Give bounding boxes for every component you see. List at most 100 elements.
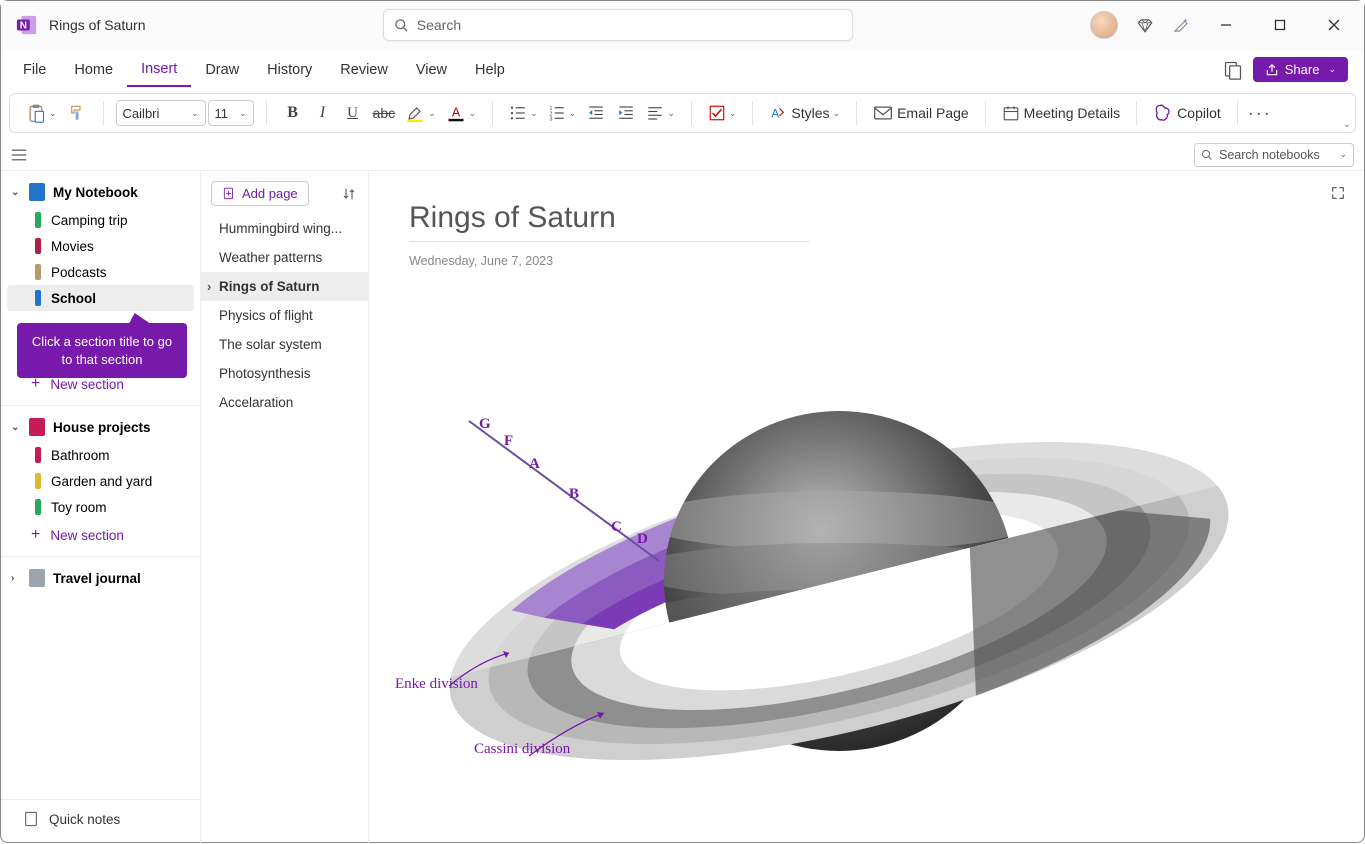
chevron-down-icon: ⌄ [469,108,477,119]
ring-label-b: B [569,486,579,503]
secondary-bar: Search notebooks ⌄ [1,139,1364,171]
meeting-details-button[interactable]: Meeting Details [998,98,1125,128]
notebook-nav: ⌄ My Notebook Camping trip Movies Podcas… [1,171,201,844]
notebook-travel-journal[interactable]: › Travel journal [1,563,200,593]
paste-button[interactable]: ⌄ [22,98,61,128]
more-button[interactable]: ··· [1244,98,1276,128]
page-canvas[interactable]: Rings of Saturn Wednesday, June 7, 2023 [369,171,1364,844]
page-item[interactable]: Hummingbird wing... [201,214,368,243]
page-item[interactable]: The solar system [201,330,368,359]
minimize-button[interactable] [1208,9,1244,41]
numbered-list-button[interactable]: 123⌄ [544,98,581,128]
styles-icon: A [769,104,787,122]
format-painter-button[interactable] [63,98,91,128]
page-view-icon[interactable] [1223,60,1243,80]
font-size-select[interactable]: 11⌄ [208,100,254,126]
page-list: Add page Hummingbird wing... Weather pat… [201,171,369,844]
search-box[interactable]: Search [383,9,853,41]
menu-draw[interactable]: Draw [191,54,253,86]
section-podcasts[interactable]: Podcasts [7,259,194,285]
user-avatar[interactable] [1090,11,1118,39]
envelope-icon [873,105,893,121]
highlight-button[interactable]: ⌄ [401,98,440,128]
notebook-house-projects[interactable]: ⌄ House projects [1,412,200,442]
section-movies[interactable]: Movies [7,233,194,259]
section-camping-trip[interactable]: Camping trip [7,207,194,233]
page-item[interactable]: Physics of flight [201,301,368,330]
search-placeholder: Search [417,17,461,33]
ring-label-c: C [611,519,622,536]
notebook-label: My Notebook [53,185,138,200]
chevron-down-icon: ⌄ [428,108,436,119]
menu-review[interactable]: Review [326,54,402,86]
bold-button[interactable]: B [279,98,307,128]
copilot-button[interactable]: Copilot [1149,98,1225,128]
page-item[interactable]: Photosynthesis [201,359,368,388]
section-color-chip [35,473,41,489]
menu-file[interactable]: File [9,54,60,86]
sort-pages-button[interactable] [342,186,358,202]
italic-button[interactable]: I [309,98,337,128]
close-button[interactable] [1316,9,1352,41]
search-notebooks-input[interactable]: Search notebooks ⌄ [1194,143,1354,167]
bullet-list-button[interactable]: ⌄ [505,98,542,128]
annotation-cassini: Cassini division [474,741,570,758]
fullscreen-button[interactable] [1330,185,1346,201]
share-label: Share [1285,62,1320,77]
notebook-my-notebook[interactable]: ⌄ My Notebook [1,177,200,207]
section-garden-yard[interactable]: Garden and yard [7,468,194,494]
ribbon-expand-button[interactable]: ⌄ [1343,119,1351,130]
onenote-icon: N [15,13,39,37]
notebook-label: House projects [53,420,151,435]
font-color-button[interactable]: A⌄ [442,98,481,128]
indent-button[interactable] [612,98,640,128]
quick-notes-button[interactable]: Quick notes [1,799,200,838]
outdent-button[interactable] [582,98,610,128]
annotation-enke: Enke division [395,676,478,693]
strikethrough-button[interactable]: abc [369,98,400,128]
pen-sparkle-icon[interactable] [1172,16,1190,34]
menu-home[interactable]: Home [60,54,127,86]
email-page-button[interactable]: Email Page [869,98,973,128]
nav-toggle-button[interactable] [11,148,27,162]
notebook-label: Travel journal [53,571,141,586]
font-name-select[interactable]: Cailbri⌄ [116,100,206,126]
chevron-down-icon: ⌄ [11,422,21,433]
section-school[interactable]: School [7,285,194,311]
ring-label-f: F [504,433,513,450]
menu-help[interactable]: Help [461,54,519,86]
menu-insert[interactable]: Insert [127,53,191,87]
styles-button[interactable]: AStyles⌄ [765,98,844,128]
svg-text:A: A [772,107,780,121]
svg-text:N: N [20,21,27,32]
chevron-down-icon: ⌄ [49,108,57,119]
page-item[interactable]: Rings of Saturn [201,272,368,301]
todo-tag-button[interactable]: ⌄ [704,98,741,128]
page-item[interactable]: Weather patterns [201,243,368,272]
chevron-down-icon: ⌄ [569,108,577,119]
add-page-button[interactable]: Add page [211,181,309,206]
page-item[interactable]: Accelaration [201,388,368,417]
notebook-icon [29,569,45,587]
tutorial-tooltip: Click a section title to go to that sect… [17,323,187,378]
underline-button[interactable]: U [339,98,367,128]
align-button[interactable]: ⌄ [642,98,679,128]
ring-label-g: G [479,416,491,433]
section-toy-room[interactable]: Toy room [7,494,194,520]
share-button[interactable]: Share ⌄ [1253,57,1348,82]
section-bathroom[interactable]: Bathroom [7,442,194,468]
premium-icon[interactable] [1136,16,1154,34]
maximize-button[interactable] [1262,9,1298,41]
section-color-chip [35,499,41,515]
add-page-icon [222,187,236,201]
section-color-chip [35,290,41,306]
page-title[interactable]: Rings of Saturn [409,201,809,242]
menu-history[interactable]: History [253,54,326,86]
page-icon [23,810,39,828]
chevron-down-icon: ⌄ [729,108,737,119]
new-section-button[interactable]: +New section [1,520,200,550]
chevron-down-icon: ⌄ [1328,64,1336,75]
chevron-down-icon: ⌄ [11,187,21,198]
ring-label-d: D [637,531,648,548]
menu-view[interactable]: View [402,54,461,86]
